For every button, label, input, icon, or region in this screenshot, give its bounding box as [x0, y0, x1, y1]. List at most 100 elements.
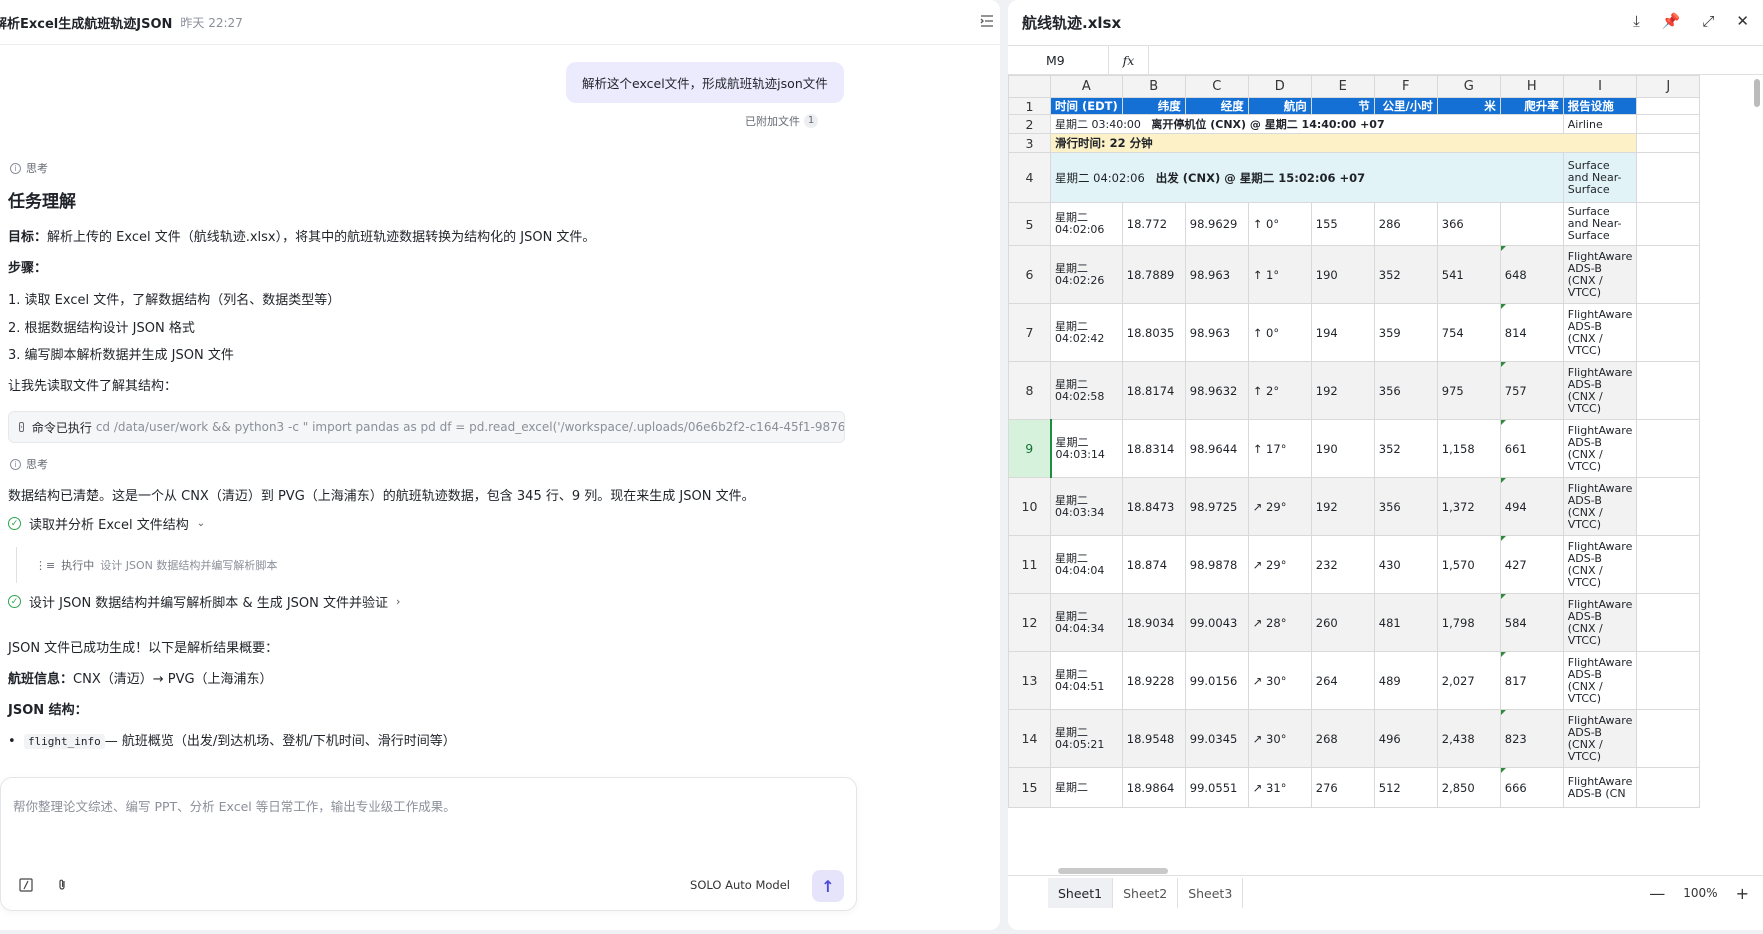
cell[interactable]: 18.9034	[1121, 593, 1186, 652]
row-number[interactable]: 11	[1008, 535, 1051, 594]
cell[interactable]: FlightAware ADS-B (CNX / VTCC)	[1562, 245, 1638, 304]
col-header[interactable]: F	[1373, 75, 1438, 98]
cell[interactable]: 99.0551	[1184, 767, 1249, 808]
cell[interactable]: 352	[1373, 245, 1438, 304]
cell[interactable]: 98.9725	[1184, 477, 1249, 536]
col-header[interactable]: G	[1436, 75, 1501, 98]
cell[interactable]: ↗ 29°	[1247, 477, 1312, 536]
cell[interactable]: 纬度	[1121, 97, 1186, 115]
cell[interactable]: 18.9548	[1121, 709, 1186, 768]
cell[interactable]: 18.8035	[1121, 303, 1186, 362]
row-number[interactable]: 4	[1008, 152, 1051, 203]
cell[interactable]: 99.0345	[1184, 709, 1249, 768]
cell[interactable]: 496	[1373, 709, 1438, 768]
cell[interactable]: 99.0043	[1184, 593, 1249, 652]
cell[interactable]	[1636, 133, 1701, 153]
expand-icon[interactable]: ⤢	[1702, 12, 1714, 30]
cell[interactable]: 航向	[1247, 97, 1312, 115]
cell[interactable]	[1636, 593, 1701, 652]
col-header[interactable]: B	[1121, 75, 1186, 98]
cell[interactable]: 18.772	[1121, 202, 1186, 246]
cell[interactable]	[1636, 114, 1701, 134]
cell[interactable]: ↑ 17°	[1247, 419, 1312, 478]
cell[interactable]: 星期二 04:05:21	[1050, 709, 1123, 768]
cell[interactable]: 星期二 04:04:04	[1050, 535, 1123, 594]
row-number[interactable]: 2	[1008, 114, 1051, 134]
cell[interactable]: FlightAware ADS-B (CNX / VTCC)	[1562, 709, 1638, 768]
download-icon[interactable]: ⤓	[1633, 12, 1640, 30]
cell[interactable]: 2,438	[1436, 709, 1501, 768]
col-header[interactable]: I	[1562, 75, 1638, 98]
cell[interactable]: 190	[1310, 419, 1375, 478]
cell[interactable]: 星期二 04:02:42	[1050, 303, 1123, 362]
cell[interactable]: 18.9228	[1121, 651, 1186, 710]
cell[interactable]	[1636, 202, 1701, 246]
row-number[interactable]: 6	[1008, 245, 1051, 304]
cell[interactable]	[1636, 97, 1701, 115]
tab-sheet2[interactable]: Sheet2	[1113, 878, 1179, 908]
cell[interactable]: 98.9629	[1184, 202, 1249, 246]
cell[interactable]: ↑ 0°	[1247, 303, 1312, 362]
close-icon[interactable]: ✕	[1736, 12, 1749, 30]
cell[interactable]: 359	[1373, 303, 1438, 362]
cell[interactable]: 98.963	[1184, 303, 1249, 362]
col-header[interactable]: D	[1247, 75, 1312, 98]
cell[interactable]: 18.874	[1121, 535, 1186, 594]
cell[interactable]: 米	[1436, 97, 1501, 115]
cell[interactable]: 98.963	[1184, 245, 1249, 304]
cell[interactable]	[1636, 535, 1701, 594]
cell[interactable]: FlightAware ADS-B (CNX / VTCC)	[1562, 419, 1638, 478]
cell[interactable]: 18.8174	[1121, 361, 1186, 420]
cell[interactable]: ↗ 28°	[1247, 593, 1312, 652]
cell[interactable]	[1636, 152, 1701, 203]
cell[interactable]: 666	[1499, 767, 1564, 808]
cell[interactable]: 264	[1310, 651, 1375, 710]
cell[interactable]: 经度	[1184, 97, 1249, 115]
cell[interactable]: 星期二 04:02:06	[1050, 202, 1123, 246]
cell[interactable]: 18.9864	[1121, 767, 1186, 808]
command-card[interactable]: › 命令已执行 cd /data/user/work && python3 -c…	[8, 411, 845, 443]
cell[interactable]: 494	[1499, 477, 1564, 536]
outline-toggle-icon[interactable]	[980, 15, 994, 27]
composer-input[interactable]: 帮你整理论文综述、编写 PPT、分析 Excel 等日常工作，输出专业级工作成果…	[13, 796, 456, 815]
cell[interactable]: 427	[1499, 535, 1564, 594]
cell[interactable]	[1636, 419, 1701, 478]
cell[interactable]: 星期二 03:40:00 离开停机位 (CNX) @ 星期二 14:40:00 …	[1050, 114, 1564, 134]
col-header[interactable]: H	[1499, 75, 1564, 98]
cell[interactable]	[1499, 202, 1564, 246]
cell[interactable]	[1636, 361, 1701, 420]
cell[interactable]: 爬升率	[1499, 97, 1564, 115]
row-number[interactable]: 14	[1008, 709, 1051, 768]
col-header[interactable]: C	[1184, 75, 1249, 98]
cell[interactable]: 时间 (EDT)	[1050, 97, 1123, 115]
cell[interactable]: FlightAware ADS-B (CNX / VTCC)	[1562, 651, 1638, 710]
cell[interactable]: 366	[1436, 202, 1501, 246]
cell[interactable]: 757	[1499, 361, 1564, 420]
cell[interactable]: 星期二 04:03:34	[1050, 477, 1123, 536]
cell[interactable]: 星期二 04:03:14	[1049, 419, 1123, 478]
cell[interactable]: FlightAware ADS-B (CNX / VTCC)	[1562, 361, 1638, 420]
cell[interactable]: 481	[1373, 593, 1438, 652]
cell[interactable]: 232	[1310, 535, 1375, 594]
composer[interactable]: 帮你整理论文综述、编写 PPT、分析 Excel 等日常工作，输出专业级工作成果…	[0, 777, 857, 911]
cell[interactable]: 报告设施	[1562, 97, 1638, 115]
cell[interactable]	[1636, 709, 1701, 768]
cell[interactable]: 2,850	[1436, 767, 1501, 808]
row-number[interactable]: 3	[1008, 133, 1051, 153]
cell[interactable]: 194	[1310, 303, 1375, 362]
task-design-json[interactable]: ✓ 设计 JSON 数据结构并编写解析脚本 & 生成 JSON 文件并验证 ›	[8, 592, 400, 611]
cell[interactable]: Airline	[1562, 114, 1638, 134]
cell[interactable]: 98.9878	[1184, 535, 1249, 594]
cell[interactable]: 99.0156	[1184, 651, 1249, 710]
cell[interactable]: 星期二 04:02:06 出发 (CNX) @ 星期二 15:02:06 +07	[1050, 152, 1564, 203]
cell[interactable]: ↗ 29°	[1247, 535, 1312, 594]
cell[interactable]: 192	[1310, 477, 1375, 536]
cell[interactable]: FlightAware ADS-B (CNX / VTCC)	[1562, 477, 1638, 536]
cell[interactable]: 823	[1499, 709, 1564, 768]
cell[interactable]: 661	[1499, 419, 1564, 478]
cell[interactable]: 489	[1373, 651, 1438, 710]
cell[interactable]: ↗ 30°	[1247, 651, 1312, 710]
cell[interactable]: 814	[1499, 303, 1564, 362]
cell[interactable]: 190	[1310, 245, 1375, 304]
cell[interactable]	[1636, 303, 1701, 362]
